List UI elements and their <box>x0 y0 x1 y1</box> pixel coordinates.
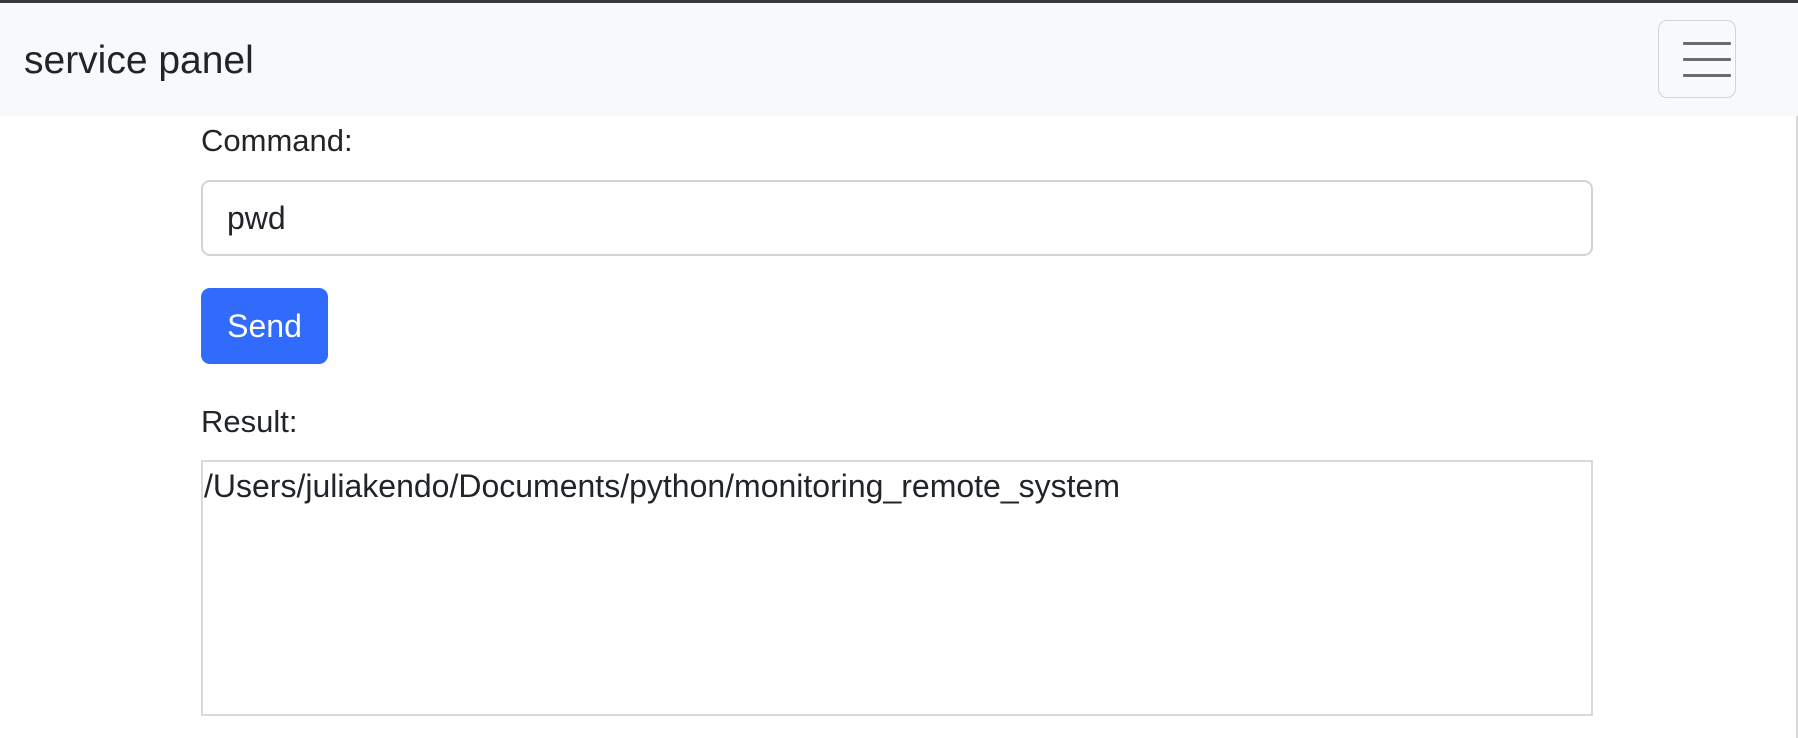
navbar-brand[interactable]: service panel <box>24 37 254 85</box>
result-label: Result: <box>201 404 298 439</box>
navbar: service panel <box>0 3 1798 116</box>
send-button[interactable]: Send <box>201 288 328 364</box>
command-input[interactable] <box>201 180 1593 256</box>
result-output[interactable]: /Users/juliakendo/Documents/python/monit… <box>201 460 1593 716</box>
command-label: Command: <box>201 123 353 158</box>
navbar-toggle-button[interactable] <box>1658 20 1736 98</box>
